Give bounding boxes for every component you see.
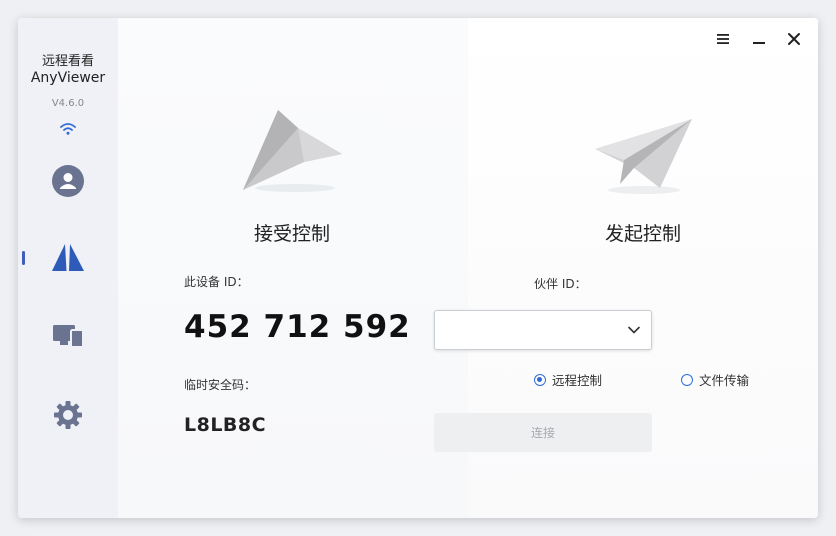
mode-remote-control-label: 远程控制	[552, 373, 603, 388]
devices-icon	[53, 325, 84, 348]
settings-icon	[54, 401, 82, 429]
mode-file-transfer-radio[interactable]: 文件传输	[681, 370, 749, 389]
remote-control-icon	[52, 244, 84, 271]
receive-control-title: 接受控制	[253, 223, 330, 245]
app-name-en: AnyViewer	[30, 70, 106, 86]
chevron-down-icon	[628, 326, 640, 334]
menu-icon	[717, 34, 729, 44]
connect-button[interactable]: 连接	[434, 413, 652, 452]
minimize-button[interactable]	[748, 28, 770, 50]
partner-id-select[interactable]	[434, 310, 652, 350]
close-button[interactable]	[783, 28, 805, 50]
sidebar-item-settings[interactable]	[48, 395, 88, 435]
device-id-value: 452 712 592	[184, 309, 411, 345]
initiate-control-title: 发起控制	[604, 223, 681, 245]
sidebar-item-account[interactable]	[48, 161, 88, 201]
mode-remote-control-radio[interactable]: 远程控制	[534, 370, 602, 389]
sidebar: 远程看看 AnyViewer V4.6.0	[18, 18, 118, 518]
active-indicator	[22, 251, 25, 265]
temp-code-label: 临时安全码：	[184, 378, 257, 392]
paper-plane-left-icon	[243, 110, 342, 192]
close-icon	[788, 33, 800, 45]
app-version: V4.6.0	[51, 98, 85, 109]
sidebar-item-remote-control[interactable]	[48, 238, 88, 278]
partner-id-label: 伙伴 ID：	[534, 277, 587, 291]
minimize-icon	[753, 42, 765, 44]
mode-file-transfer-label: 文件传输	[699, 373, 750, 388]
user-icon	[52, 165, 84, 197]
radio-unselected-icon	[681, 373, 693, 386]
temp-code-value: L8LB8C	[184, 414, 267, 436]
app-name-cn: 远程看看	[41, 54, 94, 69]
menu-button[interactable]	[712, 28, 734, 50]
device-id-label: 此设备 ID：	[184, 275, 249, 289]
wifi-icon	[60, 123, 76, 135]
sidebar-item-devices[interactable]	[48, 316, 88, 356]
app-window: 远程看看 AnyViewer V4.6.0 接受控制 此设备 ID： 452 7…	[18, 18, 818, 518]
paper-plane-right-icon	[595, 119, 692, 194]
radio-selected-icon	[534, 373, 546, 386]
